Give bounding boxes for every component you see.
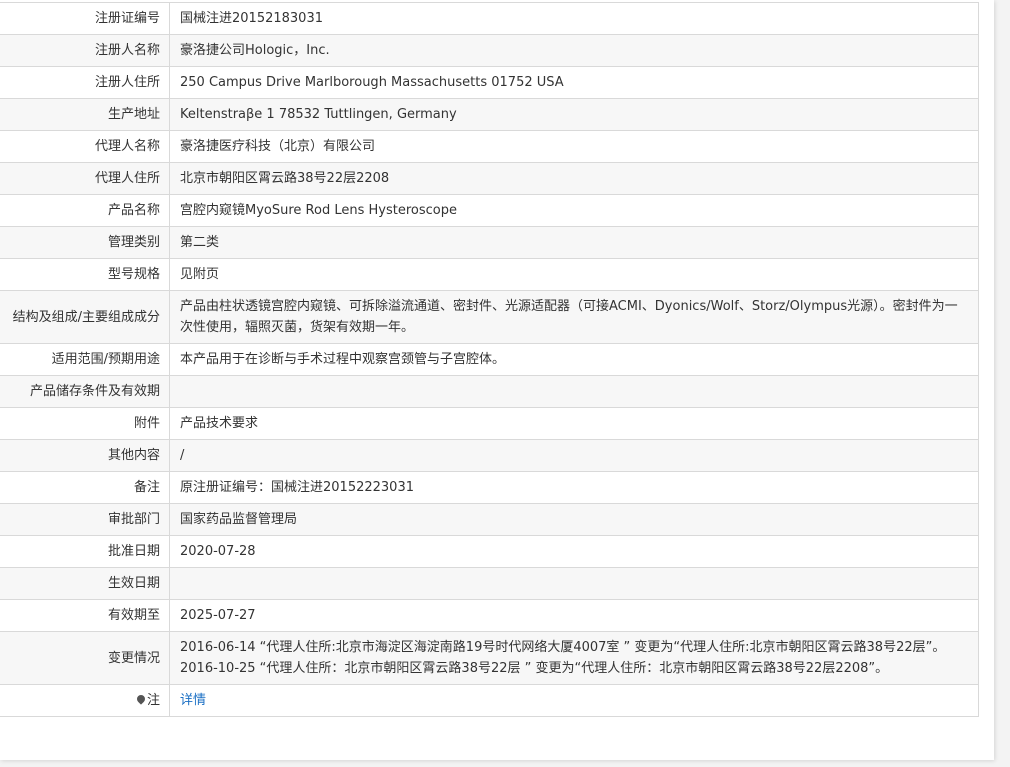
field-value-approval-date: 2020-07-28 [169,535,979,568]
location-pin-icon [135,693,147,705]
table-row: 注册证编号 国械注进20152183031 [0,2,979,35]
field-value-registration-number: 国械注进20152183031 [169,2,979,35]
field-label: 有效期至 [0,599,170,632]
table-row: 适用范围/预期用途 本产品用于在诊断与手术过程中观察宫颈管与子宫腔体。 [0,343,979,376]
field-label: 适用范围/预期用途 [0,343,170,376]
field-value-agent-name: 豪洛捷医疗科技（北京）有限公司 [169,130,979,163]
field-label: 备注 [0,471,170,504]
field-value-other: / [169,439,979,472]
field-value-storage [169,375,979,408]
registration-detail-table: 注册证编号 国械注进20152183031 注册人名称 豪洛捷公司Hologic… [0,2,979,717]
field-value-effective-date [169,567,979,600]
note-label: 注 [146,693,160,708]
table-row: 管理类别 第二类 [0,226,979,259]
field-value-valid-until: 2025-07-27 [169,599,979,632]
field-label: 代理人住所 [0,162,170,195]
detail-table-body: 注册证编号 国械注进20152183031 注册人名称 豪洛捷公司Hologic… [0,2,979,717]
field-label: 产品名称 [0,194,170,227]
field-label: 结构及组成/主要组成成分 [0,290,170,344]
field-value-registrant-address: 250 Campus Drive Marlborough Massachuset… [169,66,979,99]
table-row: 代理人名称 豪洛捷医疗科技（北京）有限公司 [0,130,979,163]
note-label-cell: 注 [0,684,170,717]
table-row-changes: 变更情况 2016-06-14 “代理人住所:北京市海淀区海淀南路19号时代网络… [0,631,979,685]
field-value-structure: 产品由柱状透镜宫腔内窥镜、可拆除溢流通道、密封件、光源适配器（可接ACMI、Dy… [169,290,979,344]
table-row: 产品储存条件及有效期 [0,375,979,408]
field-value-agent-address: 北京市朝阳区霄云路38号22层2208 [169,162,979,195]
field-value-approval-dept: 国家药品监督管理局 [169,503,979,536]
details-link[interactable]: 详情 [180,693,206,708]
table-row-note: 注 详情 [0,684,979,717]
field-label: 型号规格 [0,258,170,291]
field-value-attachment: 产品技术要求 [169,407,979,440]
table-row: 审批部门 国家药品监督管理局 [0,503,979,536]
field-value-model-spec: 见附页 [169,258,979,291]
field-value-production-address: Keltenstraβe 1 78532 Tuttlingen, Germany [169,98,979,131]
field-label: 其他内容 [0,439,170,472]
field-label: 产品储存条件及有效期 [0,375,170,408]
note-value-cell: 详情 [169,684,979,717]
change-entry: 2016-10-25 “代理人住所：北京市朝阳区霄云路38号22层 ” 变更为“… [180,661,889,676]
field-value-registrant-name: 豪洛捷公司Hologic，Inc. [169,34,979,67]
field-value-intended-use: 本产品用于在诊断与手术过程中观察宫颈管与子宫腔体。 [169,343,979,376]
field-value-changes: 2016-06-14 “代理人住所:北京市海淀区海淀南路19号时代网络大厦400… [169,631,979,685]
table-row: 产品名称 宫腔内窥镜MyoSure Rod Lens Hysteroscope [0,194,979,227]
field-label: 批准日期 [0,535,170,568]
field-label: 附件 [0,407,170,440]
field-label: 生效日期 [0,567,170,600]
field-label: 变更情况 [0,631,170,685]
table-row: 有效期至 2025-07-27 [0,599,979,632]
table-row: 其他内容 / [0,439,979,472]
table-row: 型号规格 见附页 [0,258,979,291]
field-label: 代理人名称 [0,130,170,163]
table-row: 结构及组成/主要组成成分 产品由柱状透镜宫腔内窥镜、可拆除溢流通道、密封件、光源… [0,290,979,344]
table-row: 批准日期 2020-07-28 [0,535,979,568]
table-row: 注册人名称 豪洛捷公司Hologic，Inc. [0,34,979,67]
field-label: 注册人名称 [0,34,170,67]
field-label: 审批部门 [0,503,170,536]
field-value-management-class: 第二类 [169,226,979,259]
table-row: 代理人住所 北京市朝阳区霄云路38号22层2208 [0,162,979,195]
field-value-remark: 原注册证编号：国械注进20152223031 [169,471,979,504]
field-value-product-name: 宫腔内窥镜MyoSure Rod Lens Hysteroscope [169,194,979,227]
table-row: 附件 产品技术要求 [0,407,979,440]
detail-panel: 注册证编号 国械注进20152183031 注册人名称 豪洛捷公司Hologic… [0,0,994,760]
table-row: 生产地址 Keltenstraβe 1 78532 Tuttlingen, Ge… [0,98,979,131]
field-label: 管理类别 [0,226,170,259]
field-label: 注册人住所 [0,66,170,99]
change-entry: 2016-06-14 “代理人住所:北京市海淀区海淀南路19号时代网络大厦400… [180,640,946,655]
table-row: 生效日期 [0,567,979,600]
table-row: 备注 原注册证编号：国械注进20152223031 [0,471,979,504]
field-label: 生产地址 [0,98,170,131]
field-label: 注册证编号 [0,2,170,35]
table-row: 注册人住所 250 Campus Drive Marlborough Massa… [0,66,979,99]
